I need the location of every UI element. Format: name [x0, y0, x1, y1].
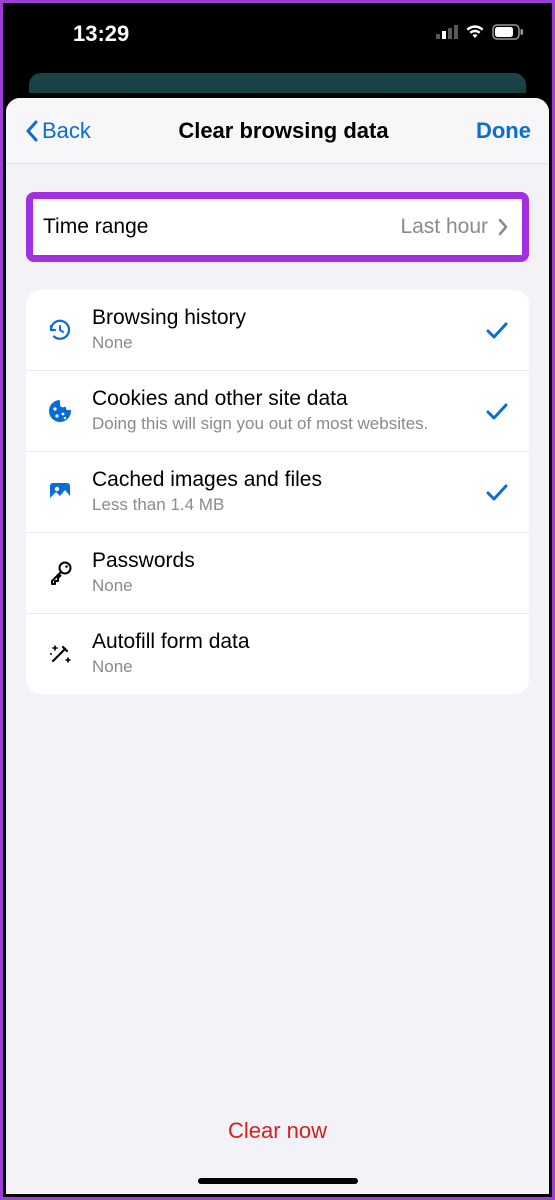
- row-title: Cookies and other site data: [92, 387, 483, 411]
- page-title: Clear browsing data: [178, 118, 388, 144]
- checkmark-icon: [483, 401, 511, 421]
- row-cached-images[interactable]: Cached images and files Less than 1.4 MB: [26, 452, 529, 533]
- row-subtitle: Less than 1.4 MB: [92, 494, 483, 516]
- time-range-value: Last hour: [400, 215, 488, 239]
- background-peek: [29, 73, 526, 93]
- footer-action: Clear now: [6, 1102, 549, 1160]
- row-text: Cookies and other site data Doing this w…: [92, 387, 483, 435]
- status-time: 13:29: [31, 21, 129, 47]
- time-range-value-wrap: Last hour: [400, 215, 508, 239]
- back-label: Back: [42, 118, 91, 144]
- time-range-row[interactable]: Time range Last hour: [33, 199, 522, 255]
- chevron-left-icon: [24, 119, 40, 143]
- status-indicators: [436, 24, 524, 45]
- cookie-icon: [44, 395, 76, 427]
- data-types-list: Browsing history None: [26, 290, 529, 694]
- row-subtitle: None: [92, 656, 483, 678]
- image-icon: [44, 476, 76, 508]
- home-indicator[interactable]: [198, 1178, 358, 1184]
- row-title: Passwords: [92, 549, 483, 573]
- row-subtitle: None: [92, 332, 483, 354]
- back-button[interactable]: Back: [24, 118, 91, 144]
- checkmark-icon: [483, 482, 511, 502]
- row-autofill[interactable]: Autofill form data None: [26, 614, 529, 694]
- row-subtitle: Doing this will sign you out of most web…: [92, 413, 483, 435]
- row-text: Cached images and files Less than 1.4 MB: [92, 468, 483, 516]
- battery-icon: [492, 24, 524, 45]
- navigation-bar: Back Clear browsing data Done: [6, 98, 549, 164]
- history-icon: [44, 314, 76, 346]
- device-frame: 13:29: [3, 3, 552, 1197]
- cellular-icon: [436, 25, 458, 44]
- status-bar: 13:29: [3, 3, 552, 73]
- content-area: Time range Last hour: [6, 164, 549, 1194]
- wifi-icon: [464, 24, 486, 45]
- row-title: Browsing history: [92, 306, 483, 330]
- checkmark-icon: [483, 320, 511, 340]
- row-cookies[interactable]: Cookies and other site data Doing this w…: [26, 371, 529, 452]
- highlight-annotation: Time range Last hour: [26, 192, 529, 262]
- row-text: Autofill form data None: [92, 630, 483, 678]
- modal-sheet: Back Clear browsing data Done Time range…: [6, 98, 549, 1194]
- done-button[interactable]: Done: [476, 118, 531, 144]
- key-icon: [44, 557, 76, 589]
- row-passwords[interactable]: Passwords None: [26, 533, 529, 614]
- row-title: Cached images and files: [92, 468, 483, 492]
- clear-now-button[interactable]: Clear now: [228, 1118, 327, 1143]
- row-text: Browsing history None: [92, 306, 483, 354]
- time-range-label: Time range: [43, 215, 148, 239]
- row-browsing-history[interactable]: Browsing history None: [26, 290, 529, 371]
- wand-icon: [44, 638, 76, 670]
- row-subtitle: None: [92, 575, 483, 597]
- row-text: Passwords None: [92, 549, 483, 597]
- row-title: Autofill form data: [92, 630, 483, 654]
- chevron-right-icon: [498, 218, 508, 236]
